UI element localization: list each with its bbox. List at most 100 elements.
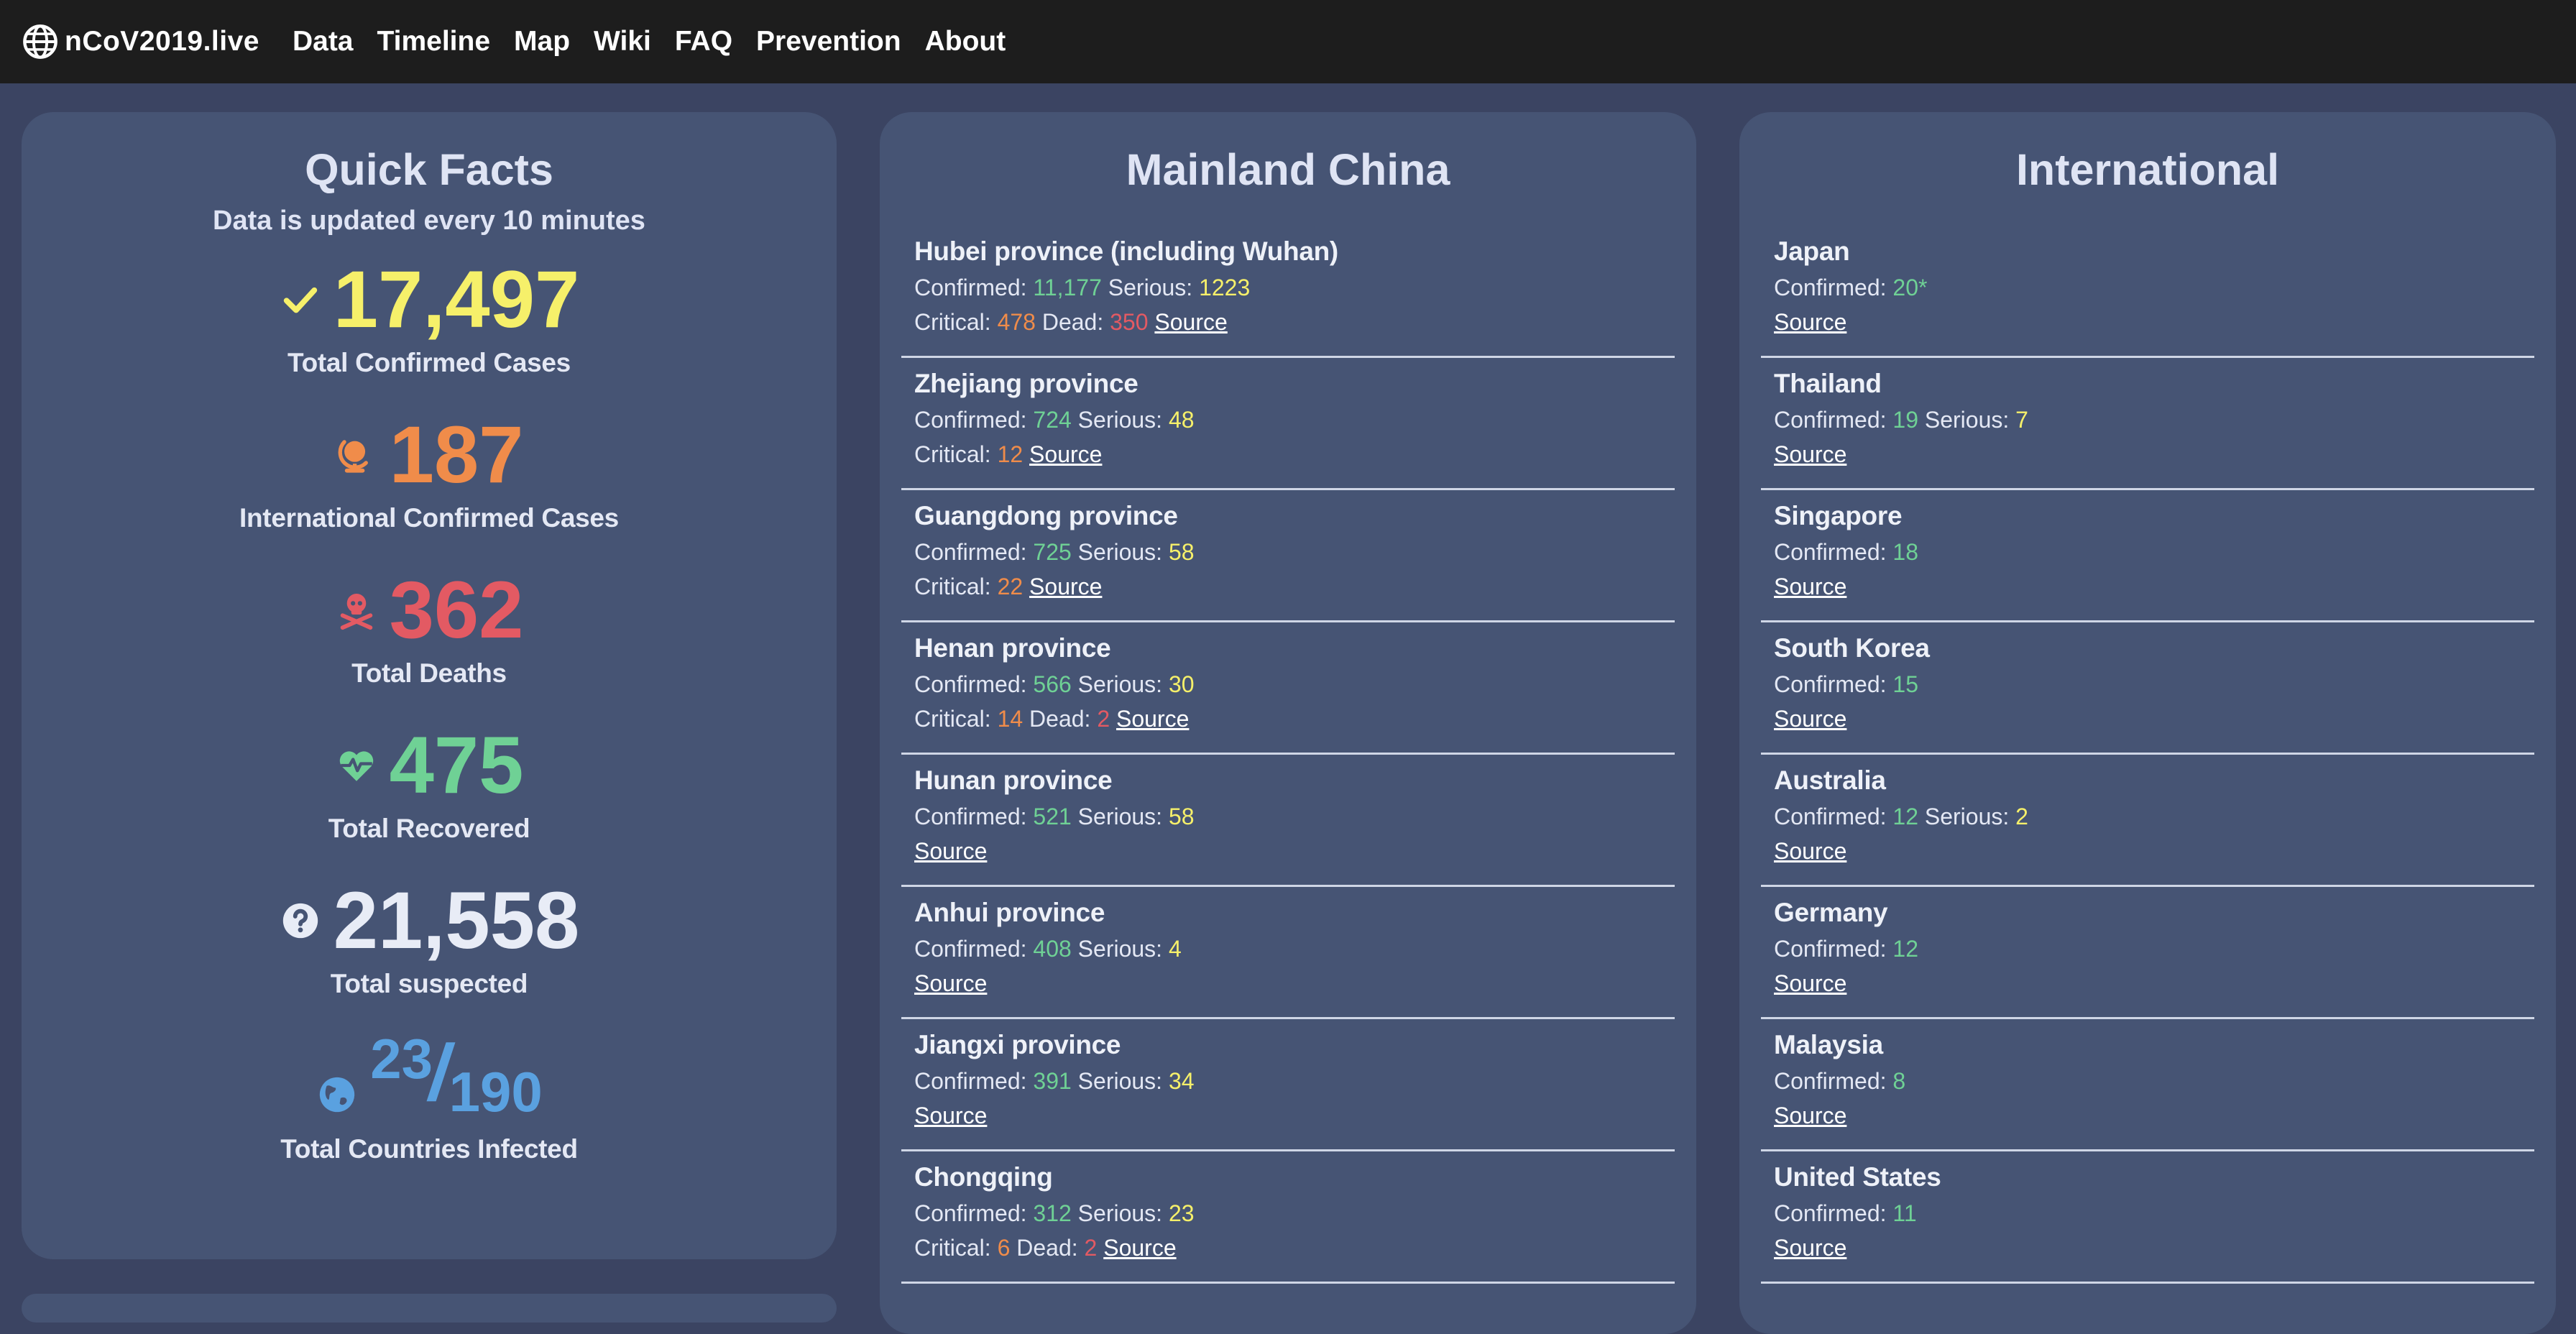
nav-link-data[interactable]: Data	[293, 26, 354, 58]
source-link[interactable]: Source	[1774, 970, 1846, 996]
confirmed-value: 12	[1892, 804, 1918, 829]
region-name: Henan province	[914, 633, 1111, 663]
stats-line: Source	[1774, 702, 2534, 736]
suspected-count: 21,558	[333, 875, 580, 965]
confirmed-label: Confirmed:	[914, 407, 1027, 433]
source-link[interactable]: Source	[1774, 838, 1846, 864]
source-link[interactable]: Source	[1116, 706, 1189, 732]
confirmed-label: Confirmed:	[914, 1200, 1027, 1226]
critical-label: Critical:	[914, 706, 991, 732]
stats-line: Confirmed: 20*	[1774, 270, 2534, 305]
dead-label: Dead:	[1041, 309, 1104, 335]
stats-line: Critical: 478 Dead: 350 Source	[914, 305, 1675, 339]
source-link[interactable]: Source	[1154, 309, 1227, 335]
critical-label: Critical:	[914, 309, 991, 335]
dead-value: 2	[1097, 706, 1110, 732]
nav-link-prevention[interactable]: Prevention	[756, 26, 901, 58]
confirmed-label: Confirmed:	[1774, 1068, 1887, 1094]
source-link[interactable]: Source	[1774, 309, 1846, 335]
countries-label: Total Countries Infected	[280, 1134, 578, 1164]
confirmed-label: Confirmed:	[1774, 936, 1887, 962]
dead-value: 2	[1084, 1235, 1098, 1261]
confirmed-label: Confirmed:	[914, 804, 1027, 829]
confirmed-value: 724	[1033, 407, 1072, 433]
stat-countries: 23 / 190 Total Countries Infected	[22, 1026, 837, 1164]
region-name: Hunan province	[914, 765, 1113, 795]
serious-value: 7	[2015, 407, 2028, 433]
stats-line: Confirmed: 19 Serious: 7	[1774, 402, 2534, 437]
confirmed-value: 391	[1033, 1068, 1072, 1094]
international-count: 187	[389, 410, 524, 500]
international-card: International Japan Confirmed: 20* Source T…	[1739, 112, 2556, 1334]
source-link[interactable]: Source	[1774, 706, 1846, 732]
source-link[interactable]: Source	[1029, 574, 1102, 599]
confirmed-value: 408	[1033, 936, 1072, 962]
critical-label: Critical:	[914, 574, 991, 599]
next-card-edge	[22, 1294, 837, 1322]
stats-line: Source	[1774, 834, 2534, 868]
confirmed-value: 11,177	[1033, 275, 1102, 300]
list-item: Germany Confirmed: 12 Source	[1761, 887, 2534, 1019]
nav-link-faq[interactable]: FAQ	[675, 26, 732, 58]
confirmed-count: 17,497	[333, 254, 580, 344]
nav-link-timeline[interactable]: Timeline	[377, 26, 491, 58]
stats-line: Confirmed: 312 Serious: 23	[914, 1196, 1675, 1230]
nav-link-about[interactable]: About	[925, 26, 1006, 58]
countries-total: 190	[448, 1060, 543, 1123]
confirmed-label: Confirmed:	[1774, 407, 1887, 433]
source-link[interactable]: Source	[914, 970, 987, 996]
international-list: Japan Confirmed: 20* Source Thailand Confirm…	[1739, 226, 2556, 1284]
top-nav: nCoV2019.live Data Timeline Map Wiki FAQ…	[0, 0, 2576, 83]
critical-label: Critical:	[914, 441, 991, 467]
serious-value: 58	[1168, 804, 1195, 829]
confirmed-value: 312	[1033, 1200, 1072, 1226]
recovered-count: 475	[389, 720, 524, 810]
recovered-label: Total Recovered	[328, 814, 530, 843]
source-link[interactable]: Source	[914, 1103, 987, 1128]
source-link[interactable]: Source	[1774, 441, 1846, 467]
stats-line: Confirmed: 12 Serious: 2	[1774, 799, 2534, 834]
region-name: Chongqing	[914, 1162, 1053, 1192]
list-item: Australia Confirmed: 12 Serious: 2 Source	[1761, 755, 2534, 887]
list-item: Singapore Confirmed: 18 Source	[1761, 490, 2534, 622]
serious-value: 4	[1168, 936, 1182, 962]
list-item: Hunan province Confirmed: 521 Serious: 58…	[901, 755, 1675, 887]
mainland-china-card: Mainland China Hubei province (including…	[880, 112, 1696, 1334]
brand-name: nCoV2019.live	[65, 26, 259, 57]
serious-label: Serious:	[1077, 1068, 1163, 1094]
stats-line: Confirmed: 408 Serious: 4	[914, 932, 1675, 966]
serious-label: Serious:	[1077, 1200, 1163, 1226]
region-name: South Korea	[1774, 633, 1930, 663]
list-item: Guangdong province Confirmed: 725 Serious…	[901, 490, 1675, 622]
nav-link-wiki[interactable]: Wiki	[594, 26, 651, 58]
stats-line: Source	[1774, 966, 2534, 1000]
deaths-count: 362	[389, 565, 524, 655]
source-link[interactable]: Source	[1029, 441, 1102, 467]
update-note: Data is updated every 10 minutes	[213, 206, 645, 236]
serious-value: 23	[1168, 1200, 1195, 1226]
confirmed-label: Confirmed:	[1774, 539, 1887, 565]
source-link[interactable]: Source	[1774, 574, 1846, 599]
brand-link[interactable]: nCoV2019.live	[22, 23, 259, 60]
serious-label: Serious:	[1077, 804, 1163, 829]
stat-deaths: 362 Total Deaths	[22, 568, 837, 689]
critical-value: 12	[997, 441, 1024, 467]
serious-label: Serious:	[1924, 804, 2010, 829]
list-item: Chongqing Confirmed: 312 Serious: 23 Criti…	[901, 1151, 1675, 1284]
stats-line: Source	[1774, 569, 2534, 604]
nav-link-map[interactable]: Map	[514, 26, 570, 58]
confirmed-value: 566	[1033, 671, 1072, 697]
international-title: International	[2015, 145, 2280, 194]
stats-line: Confirmed: 18	[1774, 535, 2534, 569]
stats-line: Source	[1774, 437, 2534, 472]
source-link[interactable]: Source	[914, 838, 987, 864]
region-name: Singapore	[1774, 501, 1903, 530]
stats-line: Confirmed: 725 Serious: 58	[914, 535, 1675, 569]
source-link[interactable]: Source	[1774, 1235, 1846, 1261]
earth-icon	[316, 1073, 359, 1116]
confirmed-value: 11	[1892, 1200, 1917, 1226]
list-item: Jiangxi province Confirmed: 391 Serious: …	[901, 1019, 1675, 1151]
list-item: Malaysia Confirmed: 8 Source	[1761, 1019, 2534, 1151]
source-link[interactable]: Source	[1774, 1103, 1846, 1128]
source-link[interactable]: Source	[1103, 1235, 1176, 1261]
